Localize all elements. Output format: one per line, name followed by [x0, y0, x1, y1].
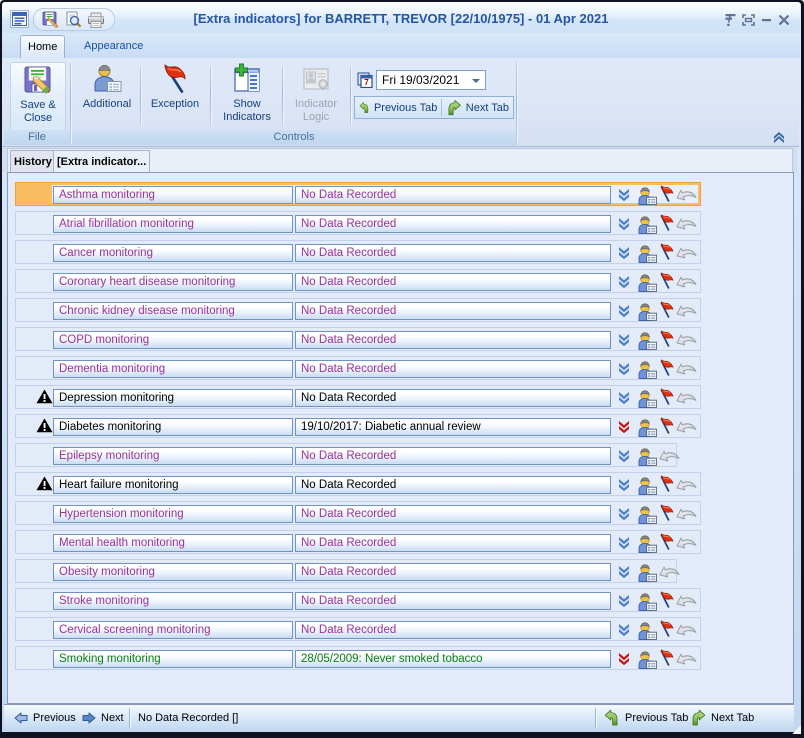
svg-text:7: 7 — [364, 78, 369, 87]
